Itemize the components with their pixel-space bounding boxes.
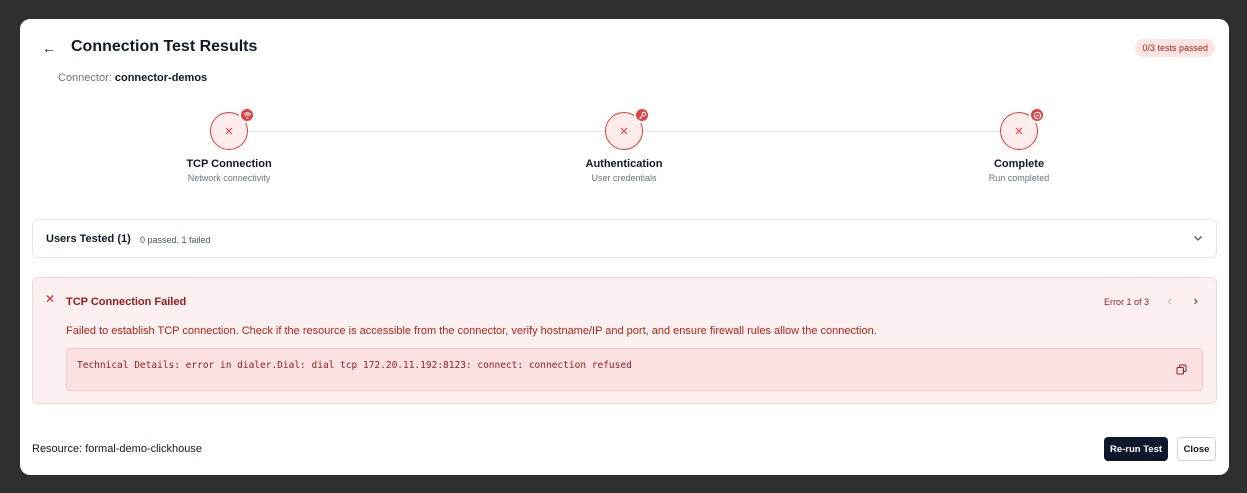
chevron-down-icon[interactable] [1192, 232, 1204, 244]
error-panel: ✕ TCP Connection Failed Error 1 of 3 ‹ ›… [32, 277, 1217, 404]
test-steps: ✕ TCP Connection Network connectivity ✕ … [20, 107, 1229, 192]
step-label: Authentication [585, 158, 663, 170]
step-label: Complete [993, 158, 1045, 170]
check-circle-icon [1029, 107, 1045, 123]
technical-details-text: Technical Details: error in dialer.Dial:… [77, 360, 632, 371]
step-authentication: ✕ Authentication User credentials [544, 107, 704, 183]
step-sublabel: Run completed [988, 173, 1050, 183]
connection-test-modal: ← Connection Test Results 0/3 tests pass… [20, 19, 1229, 475]
copy-icon[interactable] [1176, 364, 1187, 375]
technical-details-box: Technical Details: error in dialer.Dial:… [66, 348, 1203, 391]
step-status-failed: ✕ [1000, 107, 1045, 150]
chevron-right-icon[interactable]: › [1194, 293, 1198, 308]
close-button[interactable]: Close [1177, 437, 1216, 461]
users-tested-title: Users Tested (1) [46, 233, 131, 245]
error-title: TCP Connection Failed [66, 296, 187, 308]
step-status-failed: ✕ [605, 107, 650, 150]
users-tested-accordion[interactable]: Users Tested (1) 0 passed, 1 failed [32, 219, 1217, 258]
connector-label: Connector: [58, 72, 112, 84]
wifi-icon [239, 107, 255, 123]
step-sublabel: Network connectivity [187, 173, 271, 183]
users-tested-summary: 0 passed, 1 failed [140, 235, 211, 245]
tests-passed-badge: 0/3 tests passed [1135, 39, 1215, 57]
step-label: TCP Connection [186, 158, 272, 170]
step-sublabel: User credentials [591, 173, 657, 183]
key-icon [634, 107, 650, 123]
step-complete: ✕ Complete Run completed [939, 107, 1099, 183]
step-status-failed: ✕ [210, 107, 255, 150]
connector-info: Connector: connector-demos [58, 72, 207, 84]
x-icon: ✕ [619, 125, 629, 138]
chevron-left-icon[interactable]: ‹ [1168, 293, 1172, 308]
error-counter: Error 1 of 3 [1103, 297, 1149, 307]
modal-header: ← Connection Test Results 0/3 tests pass… [40, 38, 1215, 59]
back-arrow-icon[interactable]: ← [40, 39, 58, 57]
x-icon: ✕ [1014, 125, 1024, 138]
connector-name: connector-demos [114, 72, 208, 84]
x-icon: ✕ [224, 125, 234, 138]
error-message: Failed to establish TCP connection. Chec… [66, 325, 877, 337]
step-tcp-connection: ✕ TCP Connection Network connectivity [149, 107, 309, 183]
error-x-icon: ✕ [45, 292, 56, 306]
rerun-test-button[interactable]: Re-run Test [1104, 437, 1168, 461]
resource-label: Resource: formal-demo-clickhouse [32, 443, 202, 455]
modal-title: Connection Test Results [71, 38, 258, 55]
